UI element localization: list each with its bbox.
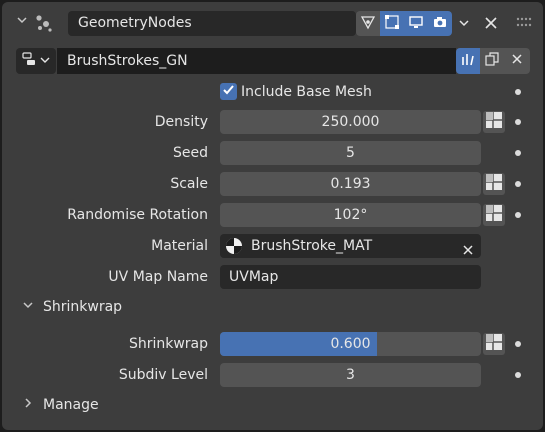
material-sphere-icon <box>225 237 243 258</box>
seed-field[interactable]: 5 <box>220 141 481 165</box>
node-group-asset-icon <box>460 51 476 71</box>
shrinkwrap-slider[interactable]: 0.600 <box>220 332 481 356</box>
dropdown-chevron-icon[interactable] <box>458 17 470 33</box>
camera-icon <box>432 14 448 34</box>
attribute-table-icon <box>485 173 503 195</box>
render-toggle[interactable] <box>428 11 452 36</box>
material-field[interactable]: BrushStroke_MAT <box>220 234 481 258</box>
material-label: Material <box>151 238 208 254</box>
include-base-mesh-row: Include Base Mesh <box>2 80 543 104</box>
material-value: BrushStroke_MAT <box>251 238 373 254</box>
uv-map-name-row: UV Map Name UVMap <box>2 265 543 289</box>
include-base-mesh-checkbox[interactable] <box>220 83 237 100</box>
vertex-triangle-icon <box>360 14 376 34</box>
scale-field[interactable]: 0.193 <box>220 172 481 196</box>
attribute-toggle-button[interactable] <box>483 173 505 195</box>
scale-value: 0.193 <box>330 176 371 192</box>
keyframe-dot[interactable] <box>515 119 521 125</box>
modifier-header: GeometryNodes <box>2 8 543 40</box>
shrinkwrap-value: 0.600 <box>330 336 371 352</box>
randomise-rotation-row: Randomise Rotation 102° <box>2 203 543 227</box>
modifier-name-input[interactable]: GeometryNodes <box>68 11 356 36</box>
uv-map-name-value: UVMap <box>229 269 279 285</box>
keyframe-dot[interactable] <box>515 372 521 378</box>
geometry-nodes-icon <box>35 14 55 36</box>
duplicate-icon <box>484 51 500 71</box>
density-field[interactable]: 250.000 <box>220 110 481 134</box>
subdiv-level-row: Subdiv Level 3 <box>2 363 543 387</box>
uv-map-name-input[interactable]: UVMap <box>220 265 481 289</box>
randomise-rotation-value: 102° <box>333 207 368 223</box>
keyframe-dot[interactable] <box>515 212 521 218</box>
manage-section-title: Manage <box>43 397 99 413</box>
unlink-button[interactable] <box>504 48 530 74</box>
attribute-table-icon <box>485 333 503 355</box>
node-tree-icon <box>22 51 38 71</box>
attribute-table-icon <box>485 111 503 133</box>
manage-section-header[interactable]: Manage <box>2 391 543 419</box>
seed-row: Seed 5 <box>2 141 543 165</box>
scale-label: Scale <box>170 176 208 192</box>
node-group-browse-button[interactable] <box>16 48 56 74</box>
node-group-name-input[interactable]: BrushStrokes_GN <box>57 48 456 74</box>
shrinkwrap-label: Shrinkwrap <box>128 336 208 352</box>
attribute-toggle-button[interactable] <box>483 333 505 355</box>
material-row: Material BrushStroke_MAT <box>2 234 543 258</box>
subdiv-level-field[interactable]: 3 <box>220 363 481 387</box>
subdiv-level-label: Subdiv Level <box>118 367 208 383</box>
duplicate-button[interactable] <box>480 48 504 74</box>
include-base-mesh-label: Include Base Mesh <box>241 84 372 100</box>
randomise-rotation-field[interactable]: 102° <box>220 203 481 227</box>
collapse-chevron-icon[interactable] <box>16 14 28 29</box>
subdiv-level-value: 3 <box>346 367 355 383</box>
uv-map-name-label: UV Map Name <box>108 269 208 285</box>
chevron-down-icon <box>22 299 34 314</box>
seed-label: Seed <box>173 145 208 161</box>
attribute-table-icon <box>485 204 503 226</box>
shrinkwrap-section-title: Shrinkwrap <box>43 299 123 315</box>
keyframe-dot[interactable] <box>515 181 521 187</box>
checkmark-icon <box>222 83 235 100</box>
fake-user-button[interactable] <box>456 48 480 74</box>
shrinkwrap-section-header[interactable]: Shrinkwrap <box>2 293 543 321</box>
chevron-down-icon <box>40 53 50 69</box>
clear-material-icon[interactable] <box>462 240 474 258</box>
density-label: Density <box>154 114 208 130</box>
realtime-display-toggle[interactable] <box>404 11 428 36</box>
edit-mode-toggle[interactable] <box>380 11 404 36</box>
density-value: 250.000 <box>321 114 380 130</box>
edit-mode-icon <box>384 14 400 34</box>
keyframe-dot[interactable] <box>515 341 521 347</box>
seed-value: 5 <box>346 145 355 161</box>
randomise-rotation-label: Randomise Rotation <box>67 207 208 223</box>
edit-mode-cage-toggle[interactable] <box>356 11 380 36</box>
modifier-panel: GeometryNodes BrushStrokes_GN Include Ba… <box>2 2 543 430</box>
shrinkwrap-row: Shrinkwrap 0.600 <box>2 332 543 356</box>
keyframe-dot[interactable] <box>515 89 521 95</box>
scale-row: Scale 0.193 <box>2 172 543 196</box>
node-group-selector: BrushStrokes_GN <box>16 48 534 74</box>
attribute-toggle-button[interactable] <box>483 111 505 133</box>
close-icon[interactable] <box>484 16 498 34</box>
attribute-toggle-button[interactable] <box>483 204 505 226</box>
close-icon <box>511 53 523 69</box>
keyframe-dot[interactable] <box>515 150 521 156</box>
chevron-right-icon <box>22 397 34 412</box>
monitor-icon <box>408 14 424 34</box>
density-row: Density 250.000 <box>2 110 543 134</box>
drag-handle-icon[interactable] <box>516 17 532 33</box>
